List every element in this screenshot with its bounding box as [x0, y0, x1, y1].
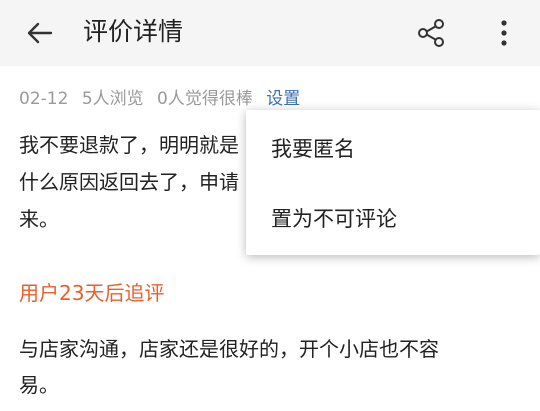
followup-text: 与店家沟通，店家还是很好的，开个小店也不容 易。: [19, 337, 439, 397]
review-meta: 02-12 5人浏览 0人觉得很棒 设置: [19, 87, 300, 111]
more-vertical-icon: [501, 20, 507, 46]
review-date: 02-12: [19, 89, 69, 109]
like-count: 0人觉得很棒: [157, 89, 253, 109]
share-icon: [418, 19, 444, 47]
app-bar: 评价详情: [0, 0, 540, 66]
review-detail-page: 评价详情 02-12 5人浏览 0人觉得很棒 设置 我不要退款了，明明就是 什么…: [0, 0, 540, 411]
menu-item-disable-comments[interactable]: 置为不可评论: [246, 183, 540, 253]
settings-link[interactable]: 设置: [266, 89, 300, 109]
popup-menu: 我要匿名 置为不可评论: [246, 110, 540, 255]
arrow-left-icon: [27, 22, 53, 44]
menu-item-anonymous[interactable]: 我要匿名: [246, 113, 540, 183]
more-options-button[interactable]: [484, 13, 524, 53]
followup-heading: 用户23天后追评: [19, 281, 165, 305]
view-count: 5人浏览: [81, 89, 144, 109]
back-button[interactable]: [20, 13, 60, 53]
share-button[interactable]: [410, 13, 452, 53]
page-title: 评价详情: [83, 17, 184, 46]
